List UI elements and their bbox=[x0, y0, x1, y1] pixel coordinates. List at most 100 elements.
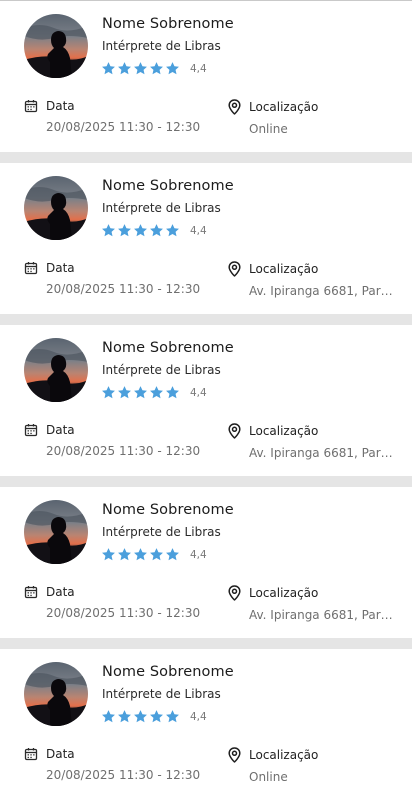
rating-stars bbox=[101, 223, 180, 238]
star-icon bbox=[149, 385, 164, 400]
map-pin-icon bbox=[228, 99, 241, 115]
date-info: Data 20/08/2025 11:30 - 12:30 bbox=[24, 747, 200, 782]
star-icon bbox=[165, 223, 180, 238]
rating: 4,4 bbox=[101, 709, 207, 724]
rating-value: 4,4 bbox=[190, 224, 207, 237]
star-icon bbox=[133, 709, 148, 724]
calendar-icon bbox=[24, 423, 38, 437]
map-pin-icon bbox=[228, 585, 241, 601]
star-icon bbox=[101, 385, 116, 400]
star-icon bbox=[117, 385, 132, 400]
avatar bbox=[24, 14, 88, 78]
location-value: Av. Ipiranga 6681, Parte... bbox=[249, 446, 395, 460]
location-label: Localização bbox=[249, 586, 319, 600]
rating: 4,4 bbox=[101, 223, 207, 238]
location-value: Av. Ipiranga 6681, Parte... bbox=[249, 284, 395, 298]
star-icon bbox=[133, 547, 148, 562]
star-icon bbox=[117, 61, 132, 76]
interpreter-role: Intérprete de Libras bbox=[102, 39, 221, 53]
interpreter-role: Intérprete de Libras bbox=[102, 363, 221, 377]
interpreter-card[interactable]: Nome Sobrenome Intérprete de Libras 4,4 bbox=[0, 1, 412, 152]
location-info: Localização Av. Ipiranga 6681, Parte... bbox=[228, 423, 395, 460]
date-label: Data bbox=[46, 585, 75, 599]
date-value: 20/08/2025 11:30 - 12:30 bbox=[46, 606, 201, 620]
date-info: Data 20/08/2025 11:30 - 12:30 bbox=[24, 423, 200, 458]
card-divider bbox=[0, 476, 412, 487]
rating: 4,4 bbox=[101, 385, 207, 400]
star-icon bbox=[149, 223, 164, 238]
interpreter-card[interactable]: Nome Sobrenome Intérprete de Libras 4,4 bbox=[0, 325, 412, 476]
star-icon bbox=[165, 61, 180, 76]
star-icon bbox=[117, 547, 132, 562]
calendar-icon bbox=[24, 99, 38, 113]
interpreter-name: Nome Sobrenome bbox=[102, 502, 234, 518]
calendar-icon bbox=[24, 747, 38, 761]
map-pin-icon bbox=[228, 423, 241, 439]
rating-value: 4,4 bbox=[190, 548, 207, 561]
interpreter-name: Nome Sobrenome bbox=[102, 178, 234, 194]
avatar bbox=[24, 338, 88, 402]
star-icon bbox=[101, 709, 116, 724]
rating-stars bbox=[101, 547, 180, 562]
card-divider bbox=[0, 638, 412, 649]
star-icon bbox=[101, 223, 116, 238]
rating-value: 4,4 bbox=[190, 386, 207, 399]
interpreter-card[interactable]: Nome Sobrenome Intérprete de Libras 4,4 bbox=[0, 487, 412, 638]
interpreter-role: Intérprete de Libras bbox=[102, 201, 221, 215]
date-label: Data bbox=[46, 261, 75, 275]
star-icon bbox=[133, 385, 148, 400]
date-info: Data 20/08/2025 11:30 - 12:30 bbox=[24, 585, 200, 620]
avatar bbox=[24, 500, 88, 564]
location-value: Av. Ipiranga 6681, Parte... bbox=[249, 608, 395, 622]
date-info: Data 20/08/2025 11:30 - 12:30 bbox=[24, 261, 200, 296]
avatar bbox=[24, 176, 88, 240]
card-divider bbox=[0, 314, 412, 325]
interpreter-name: Nome Sobrenome bbox=[102, 16, 234, 32]
location-value: Online bbox=[249, 770, 288, 784]
rating-value: 4,4 bbox=[190, 62, 207, 75]
rating: 4,4 bbox=[101, 61, 207, 76]
star-icon bbox=[165, 385, 180, 400]
location-value: Online bbox=[249, 122, 288, 136]
star-icon bbox=[165, 709, 180, 724]
star-icon bbox=[149, 547, 164, 562]
date-label: Data bbox=[46, 423, 75, 437]
date-label: Data bbox=[46, 99, 75, 113]
location-label: Localização bbox=[249, 262, 319, 276]
location-label: Localização bbox=[249, 100, 319, 114]
location-label: Localização bbox=[249, 424, 319, 438]
location-info: Localização Av. Ipiranga 6681, Parte... bbox=[228, 585, 395, 622]
date-value: 20/08/2025 11:30 - 12:30 bbox=[46, 282, 201, 296]
rating: 4,4 bbox=[101, 547, 207, 562]
interpreter-name: Nome Sobrenome bbox=[102, 664, 234, 680]
map-pin-icon bbox=[228, 747, 241, 763]
date-value: 20/08/2025 11:30 - 12:30 bbox=[46, 120, 201, 134]
star-icon bbox=[149, 709, 164, 724]
rating-stars bbox=[101, 385, 180, 400]
rating-value: 4,4 bbox=[190, 710, 207, 723]
location-info: Localização Av. Ipiranga 6681, Parte... bbox=[228, 261, 395, 298]
star-icon bbox=[133, 61, 148, 76]
star-icon bbox=[117, 223, 132, 238]
location-label: Localização bbox=[249, 748, 319, 762]
calendar-icon bbox=[24, 261, 38, 275]
avatar bbox=[24, 662, 88, 726]
location-info: Localização Online bbox=[228, 747, 318, 784]
interpreter-name: Nome Sobrenome bbox=[102, 340, 234, 356]
interpreter-card[interactable]: Nome Sobrenome Intérprete de Libras 4,4 bbox=[0, 163, 412, 314]
interpreter-card[interactable]: Nome Sobrenome Intérprete de Libras 4,4 bbox=[0, 649, 412, 800]
interpreter-role: Intérprete de Libras bbox=[102, 525, 221, 539]
star-icon bbox=[101, 61, 116, 76]
star-icon bbox=[149, 61, 164, 76]
date-label: Data bbox=[46, 747, 75, 761]
date-value: 20/08/2025 11:30 - 12:30 bbox=[46, 768, 201, 782]
map-pin-icon bbox=[228, 261, 241, 277]
interpreter-list: Nome Sobrenome Intérprete de Libras 4,4 bbox=[0, 1, 412, 800]
location-info: Localização Online bbox=[228, 99, 318, 136]
card-divider bbox=[0, 152, 412, 163]
interpreter-role: Intérprete de Libras bbox=[102, 687, 221, 701]
rating-stars bbox=[101, 61, 180, 76]
rating-stars bbox=[101, 709, 180, 724]
date-info: Data 20/08/2025 11:30 - 12:30 bbox=[24, 99, 200, 134]
star-icon bbox=[133, 223, 148, 238]
